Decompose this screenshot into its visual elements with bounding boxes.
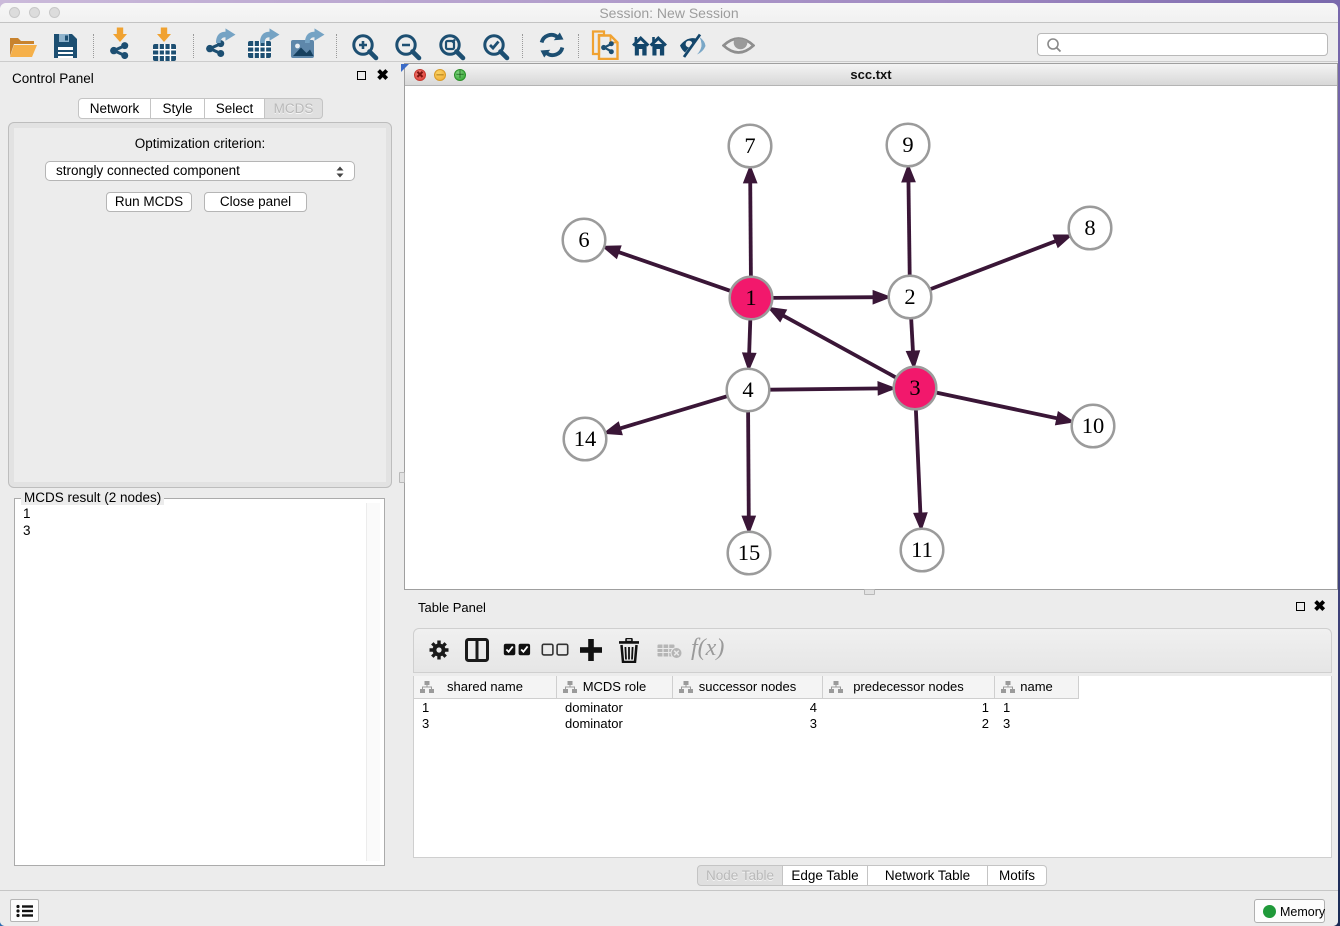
svg-text:4: 4 (742, 377, 753, 402)
svg-text:2: 2 (904, 284, 915, 309)
svg-text:10: 10 (1082, 413, 1105, 438)
svg-text:1: 1 (745, 285, 756, 310)
svg-text:3: 3 (909, 375, 920, 400)
svg-text:14: 14 (574, 426, 597, 451)
svg-text:7: 7 (744, 133, 755, 158)
svg-text:8: 8 (1084, 215, 1095, 240)
svg-text:11: 11 (911, 537, 933, 562)
svg-text:6: 6 (578, 227, 589, 252)
svg-text:9: 9 (902, 132, 913, 157)
svg-text:15: 15 (738, 540, 761, 565)
